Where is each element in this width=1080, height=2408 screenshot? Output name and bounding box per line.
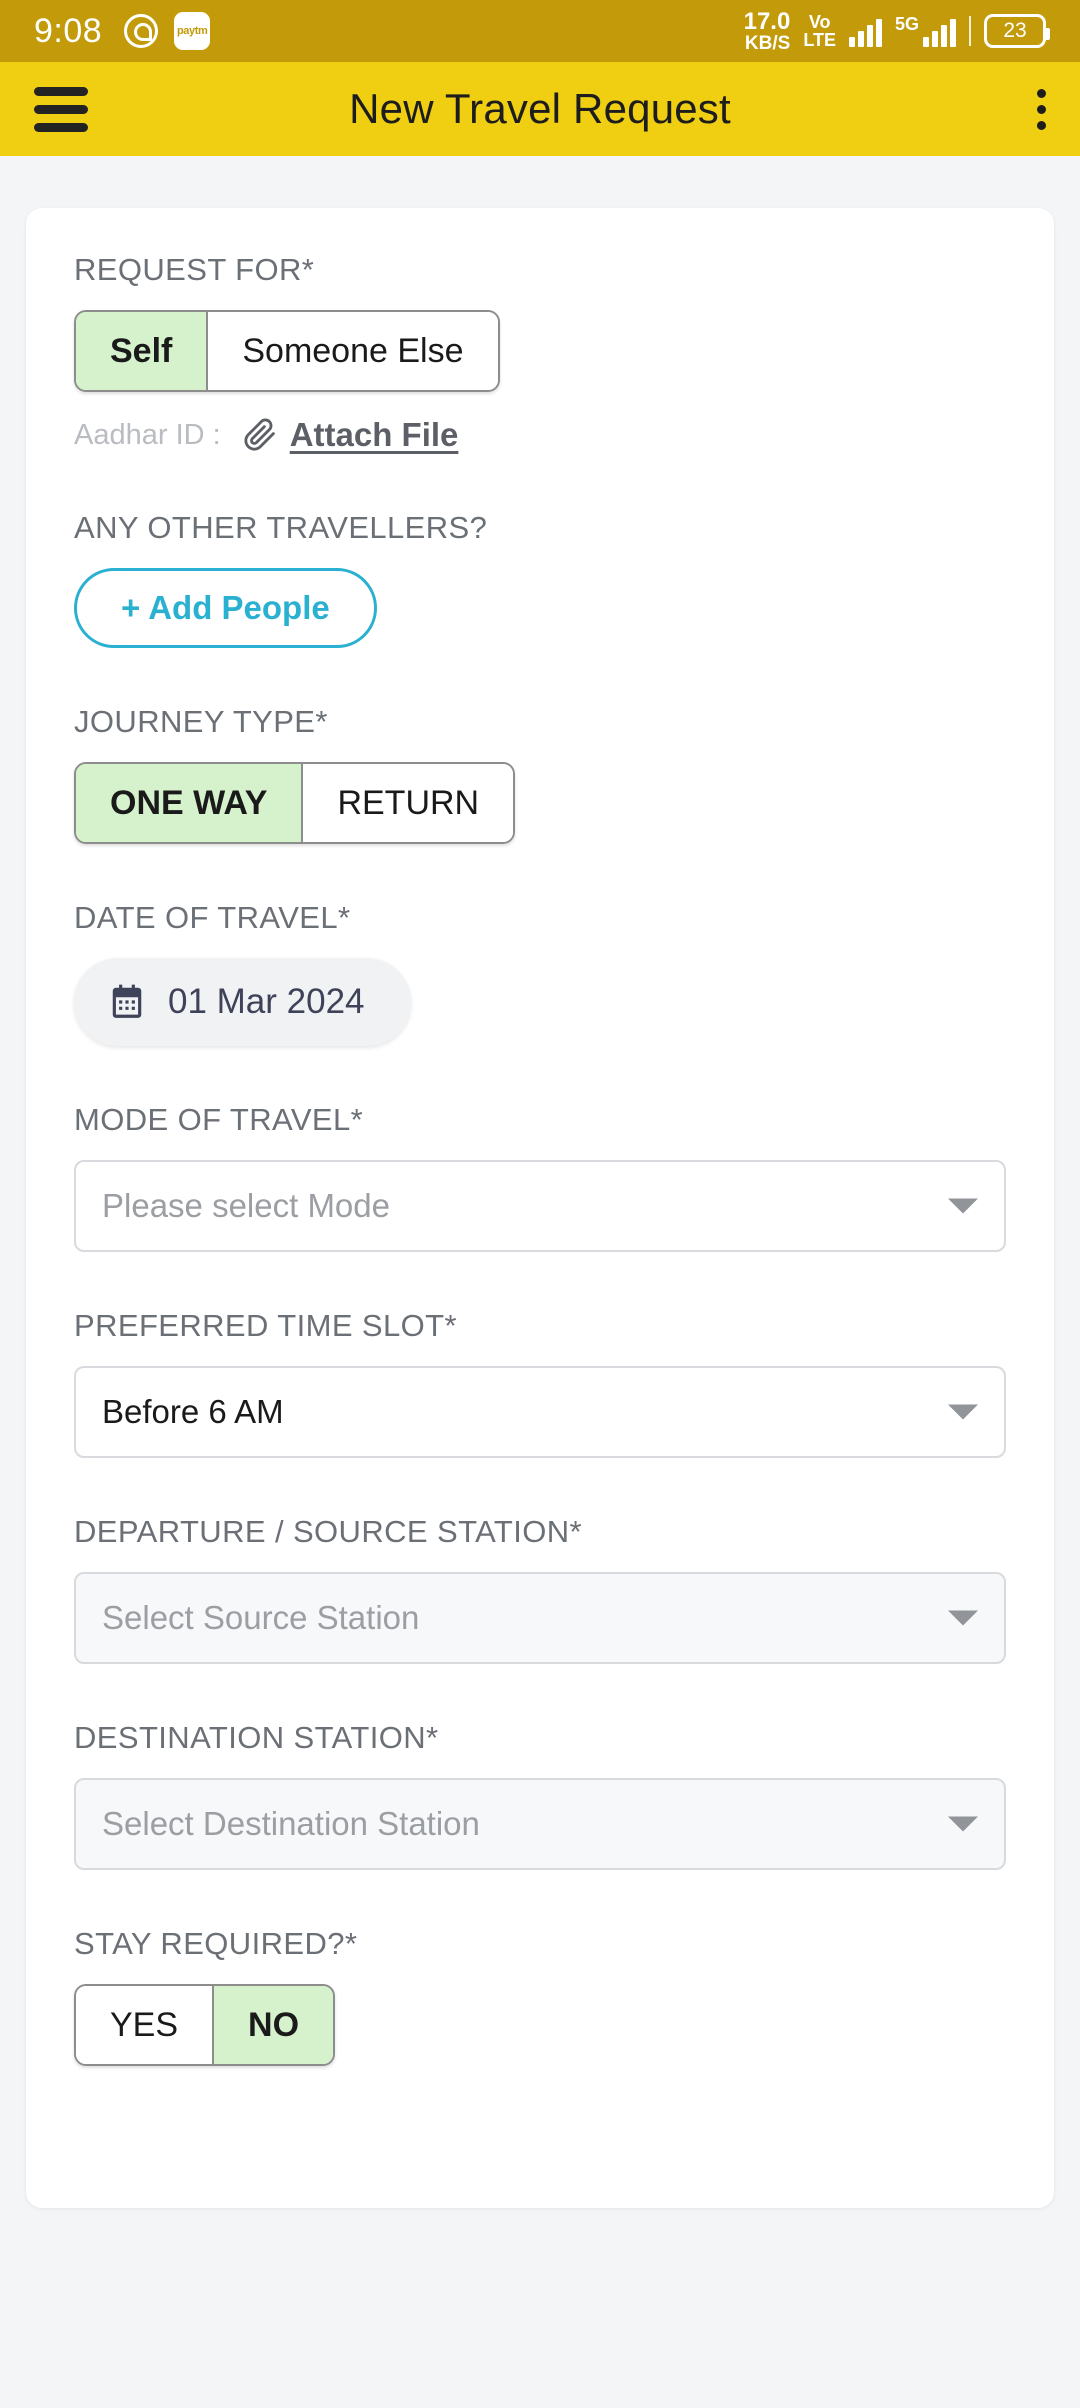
overflow-menu-icon[interactable] [1037, 88, 1046, 130]
network-speed-indicator: 17.0 KB/S [743, 7, 791, 54]
volte-line2: LTE [803, 30, 836, 50]
volte-line1: Vo [808, 12, 831, 32]
destination-station-value: Select Destination Station [102, 1805, 480, 1842]
field-request-for: REQUEST FOR* Self Someone Else Aadhar ID… [74, 252, 1006, 454]
chevron-down-icon [948, 1198, 978, 1214]
field-mode-of-travel: MODE OF TRAVEL* Please select Mode [74, 1102, 1006, 1252]
source-station-dropdown[interactable]: Select Source Station [74, 1572, 1006, 1664]
label-mode-of-travel: MODE OF TRAVEL* [74, 1102, 364, 1137]
status-bar-system-icons: 17.0 KB/S Vo LTE 5G 23 [743, 7, 1050, 54]
label-journey-type: JOURNEY TYPE* [74, 704, 328, 739]
volte-icon: Vo LTE [803, 13, 836, 49]
paytm-icon: paytm [174, 12, 211, 50]
request-for-option-self[interactable]: Self [76, 312, 209, 390]
chevron-down-icon [948, 1816, 978, 1832]
hamburger-menu-icon[interactable] [34, 86, 88, 132]
signal-strength-icon-sim2: 5G [895, 15, 956, 47]
label-other-travellers: ANY OTHER TRAVELLERS? [74, 510, 488, 545]
phone-screen: 9:08 paytm 17.0 KB/S Vo LTE 5G 23 New Tr… [0, 0, 1080, 2408]
label-preferred-time-slot: PREFERRED TIME SLOT* [74, 1308, 457, 1343]
preferred-time-slot-value: Before 6 AM [102, 1393, 284, 1430]
source-station-value: Select Source Station [102, 1599, 420, 1636]
travel-request-form-card: REQUEST FOR* Self Someone Else Aadhar ID… [26, 208, 1054, 2208]
label-request-for: REQUEST FOR* [74, 252, 315, 287]
field-source-station: DEPARTURE / SOURCE STATION* Select Sourc… [74, 1514, 1006, 1664]
journey-type-segmented-control[interactable]: ONE WAY RETURN [74, 762, 516, 844]
stay-required-option-no[interactable]: NO [214, 1986, 334, 2064]
stay-required-segmented-control[interactable]: YES NO [74, 1984, 336, 2066]
attach-file-label: Attach File [289, 416, 459, 453]
network-speed-value: 17.0 [743, 7, 791, 35]
page-title: New Travel Request [349, 85, 731, 132]
battery-icon: 23 [984, 14, 1050, 48]
app-bar: New Travel Request [0, 62, 1080, 156]
request-for-option-someone-else[interactable]: Someone Else [208, 312, 498, 390]
journey-type-option-return[interactable]: RETURN [303, 764, 514, 842]
field-journey-type: JOURNEY TYPE* ONE WAY RETURN [74, 704, 1006, 844]
aadhar-attach-row: Aadhar ID : Attach File [74, 416, 1006, 454]
field-preferred-time-slot: PREFERRED TIME SLOT* Before 6 AM [74, 1308, 1006, 1458]
request-for-segmented-control[interactable]: Self Someone Else [74, 310, 500, 392]
status-bar: 9:08 paytm 17.0 KB/S Vo LTE 5G 23 [0, 0, 1080, 62]
preferred-time-slot-dropdown[interactable]: Before 6 AM [74, 1366, 1006, 1458]
field-date-of-travel: DATE OF TRAVEL* 01 Mar 2024 [74, 900, 1006, 1046]
status-bar-clock: 9:08 [34, 11, 103, 50]
status-bar-notification-icons: paytm [124, 12, 211, 50]
field-destination-station: DESTINATION STATION* Select Destination … [74, 1720, 1006, 1870]
label-source-station: DEPARTURE / SOURCE STATION* [74, 1514, 583, 1549]
destination-station-dropdown[interactable]: Select Destination Station [74, 1778, 1006, 1870]
journey-type-option-one-way[interactable]: ONE WAY [76, 764, 304, 842]
chevron-down-icon [948, 1610, 978, 1626]
aadhar-id-label: Aadhar ID : [74, 418, 221, 451]
date-of-travel-picker[interactable]: 01 Mar 2024 [74, 958, 411, 1046]
field-stay-required: STAY REQUIRED?* YES NO [74, 1926, 1006, 2066]
network-speed-unit: KB/S [744, 32, 791, 54]
label-stay-required: STAY REQUIRED?* [74, 1926, 358, 1961]
scroll-content[interactable]: REQUEST FOR* Self Someone Else Aadhar ID… [0, 156, 1080, 2408]
paperclip-icon [244, 418, 275, 451]
whatsapp-icon [124, 14, 159, 48]
mode-of-travel-dropdown[interactable]: Please select Mode [74, 1160, 1006, 1252]
stay-required-option-yes[interactable]: YES [76, 1986, 215, 2064]
label-date-of-travel: DATE OF TRAVEL* [74, 900, 351, 935]
chevron-down-icon [948, 1404, 978, 1420]
attach-file-button[interactable]: Attach File [243, 416, 459, 454]
field-other-travellers: ANY OTHER TRAVELLERS? + Add People [74, 510, 1006, 648]
status-divider [969, 16, 971, 46]
label-destination-station: DESTINATION STATION* [74, 1720, 439, 1755]
calendar-icon [112, 984, 142, 1018]
add-people-button[interactable]: + Add People [74, 568, 377, 648]
signal-strength-icon-sim1 [848, 15, 882, 47]
date-of-travel-value: 01 Mar 2024 [168, 982, 365, 1021]
network-type-label: 5G [894, 14, 919, 34]
mode-of-travel-value: Please select Mode [102, 1187, 390, 1224]
